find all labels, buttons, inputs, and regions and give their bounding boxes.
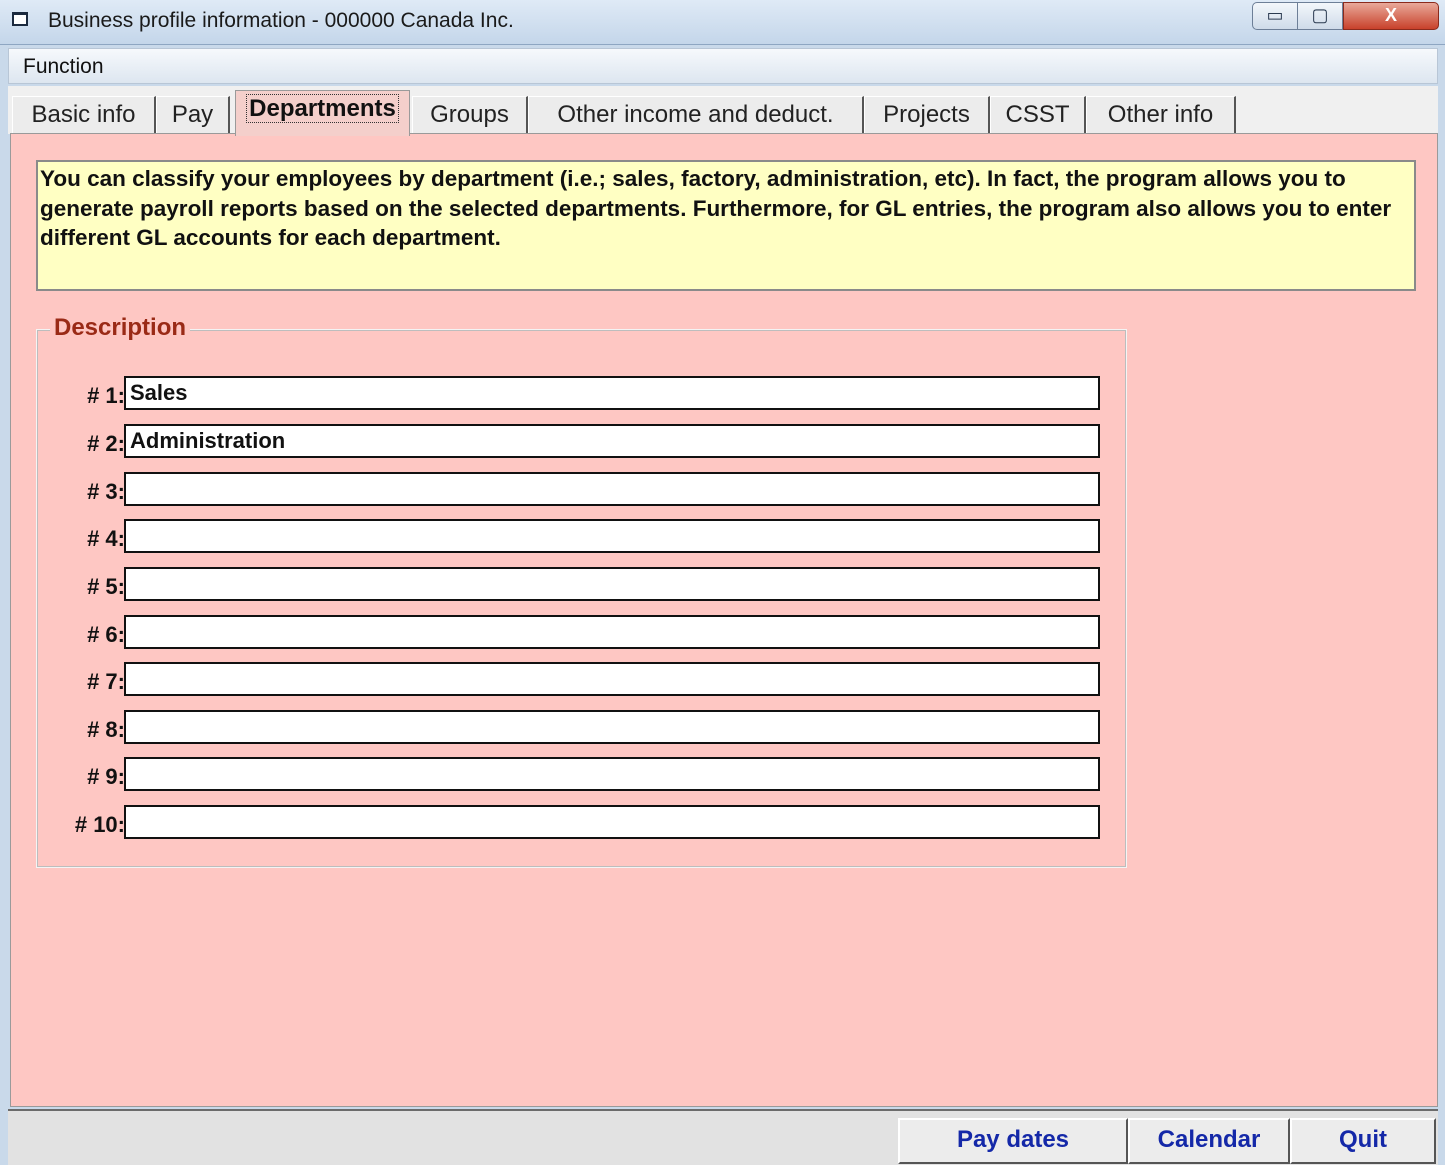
bottom-button-bar: Pay dates Calendar Quit — [8, 1109, 1438, 1165]
department-input-6[interactable] — [124, 615, 1100, 649]
description-group: Description # 1: # 2: # 3: # 4: # 5: # 6… — [36, 314, 1127, 868]
department-label-2: # 2: — [87, 431, 125, 456]
department-label-5: # 5: — [87, 574, 125, 599]
departments-page: You can classify your employees by depar… — [10, 133, 1438, 1107]
tab-basic-info[interactable]: Basic info — [12, 96, 156, 134]
department-input-3[interactable] — [124, 472, 1100, 506]
quit-button[interactable]: Quit — [1290, 1118, 1436, 1164]
tab-departments-label: Departments — [246, 94, 399, 123]
tab-strip: Basic info Pay Departments Groups Other … — [8, 86, 1438, 136]
department-label-10: # 10: — [74, 812, 125, 837]
tab-pay[interactable]: Pay — [156, 96, 230, 134]
department-input-2[interactable] — [124, 424, 1100, 458]
calendar-button[interactable]: Calendar — [1128, 1118, 1290, 1164]
info-message: You can classify your employees by depar… — [36, 160, 1416, 291]
window-title: Business profile information - 000000 Ca… — [48, 9, 514, 32]
department-label-3: # 3: — [87, 479, 125, 504]
department-input-8[interactable] — [124, 710, 1100, 744]
department-input-5[interactable] — [124, 567, 1100, 601]
tab-csst[interactable]: CSST — [990, 96, 1086, 134]
tab-other-info[interactable]: Other info — [1086, 96, 1236, 134]
department-label-4: # 4: — [87, 526, 125, 551]
department-input-10[interactable] — [124, 805, 1100, 839]
department-label-8: # 8: — [87, 717, 125, 742]
tab-departments[interactable]: Departments — [235, 90, 410, 136]
department-input-9[interactable] — [124, 757, 1100, 791]
tab-groups[interactable]: Groups — [412, 96, 528, 134]
window-title-bar: Business profile information - 000000 Ca… — [0, 0, 1445, 45]
description-legend: Description — [50, 314, 191, 342]
department-label-7: # 7: — [87, 669, 125, 694]
department-label-9: # 9: — [87, 764, 125, 789]
menu-function[interactable]: Function — [23, 55, 104, 79]
tab-projects[interactable]: Projects — [864, 96, 990, 134]
department-input-1[interactable] — [124, 376, 1100, 410]
department-label-6: # 6: — [87, 622, 125, 647]
department-input-4[interactable] — [124, 519, 1100, 553]
tab-other-income[interactable]: Other income and deduct. — [528, 96, 864, 134]
maximize-button[interactable]: ▢ — [1297, 2, 1343, 30]
close-button[interactable]: X — [1343, 2, 1439, 30]
app-icon — [12, 12, 28, 26]
department-label-1: # 1: — [87, 383, 125, 408]
pay-dates-button[interactable]: Pay dates — [898, 1118, 1128, 1164]
menu-bar: Function — [8, 48, 1438, 84]
department-input-7[interactable] — [124, 662, 1100, 696]
minimize-button[interactable]: ▭ — [1252, 2, 1298, 30]
